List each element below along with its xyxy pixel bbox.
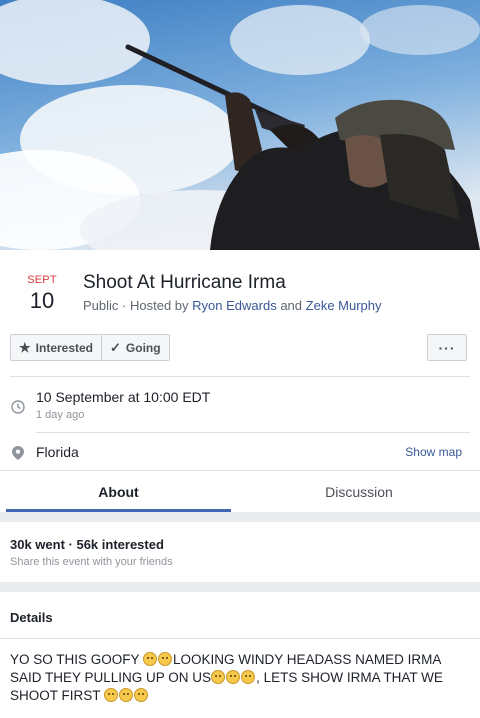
star-icon: ★ bbox=[19, 339, 31, 355]
emoji-icon bbox=[143, 652, 158, 666]
active-tab-indicator bbox=[6, 509, 231, 512]
clock-icon bbox=[11, 400, 25, 419]
attendance-card: 30k went · 56k interested Share this eve… bbox=[0, 522, 480, 582]
emoji-icon bbox=[241, 670, 256, 684]
divider bbox=[0, 638, 480, 639]
details-body: YO SO THIS GOOFY LOOKING WINDY HEADASS N… bbox=[10, 651, 470, 705]
attendance-summary[interactable]: 30k went · 56k interested bbox=[10, 537, 470, 552]
tab-discussion[interactable]: Discussion bbox=[240, 472, 478, 512]
host-link-1[interactable]: Ryon Edwards bbox=[192, 298, 277, 313]
emoji-icon bbox=[119, 688, 134, 702]
emoji-icon bbox=[211, 670, 226, 684]
tab-about[interactable]: About bbox=[6, 472, 231, 512]
event-time[interactable]: 10 September at 10:00 EDT bbox=[36, 389, 210, 405]
cover-photo bbox=[0, 0, 480, 250]
emoji-icon bbox=[226, 670, 241, 684]
event-date: SEPT 10 bbox=[22, 274, 62, 314]
host-link-2[interactable]: Zeke Murphy bbox=[306, 298, 382, 313]
event-month: SEPT bbox=[27, 274, 57, 286]
emoji-icon bbox=[158, 652, 173, 666]
event-day: 10 bbox=[29, 288, 55, 313]
emoji-icon bbox=[134, 688, 149, 702]
divider bbox=[0, 470, 480, 471]
location-pin-icon bbox=[12, 446, 24, 465]
going-button[interactable]: ✓ Going bbox=[102, 334, 170, 361]
event-time-relative: 1 day ago bbox=[36, 409, 85, 421]
show-map-link[interactable]: Show map bbox=[405, 445, 462, 459]
more-options-button[interactable]: ··· bbox=[427, 334, 467, 361]
hosted-by-label: · Hosted by bbox=[122, 298, 189, 313]
event-visibility: Public bbox=[83, 298, 119, 313]
event-title: Shoot At Hurricane Irma bbox=[83, 272, 286, 293]
event-header-card: SEPT 10 Shoot At Hurricane Irma Public ·… bbox=[0, 250, 480, 512]
share-prompt[interactable]: Share this event with your friends bbox=[10, 556, 470, 568]
details-text-part: YO SO THIS GOOFY bbox=[10, 652, 144, 667]
interested-button[interactable]: ★ Interested bbox=[10, 334, 103, 361]
rsvp-buttons: ★ Interested ✓ Going bbox=[10, 334, 170, 361]
divider bbox=[36, 432, 470, 433]
event-subline: Public · Hosted by Ryon Edwards and Zeke… bbox=[83, 298, 382, 313]
interested-label: Interested bbox=[35, 340, 94, 355]
divider bbox=[10, 376, 470, 377]
going-label: Going bbox=[125, 340, 161, 355]
event-location[interactable]: Florida bbox=[36, 444, 79, 460]
details-heading: Details bbox=[10, 610, 53, 625]
details-card: Details YO SO THIS GOOFY LOOKING WINDY H… bbox=[0, 592, 480, 718]
and-text: and bbox=[280, 298, 303, 313]
checkmark-icon: ✓ bbox=[110, 339, 121, 355]
emoji-icon bbox=[104, 688, 119, 702]
